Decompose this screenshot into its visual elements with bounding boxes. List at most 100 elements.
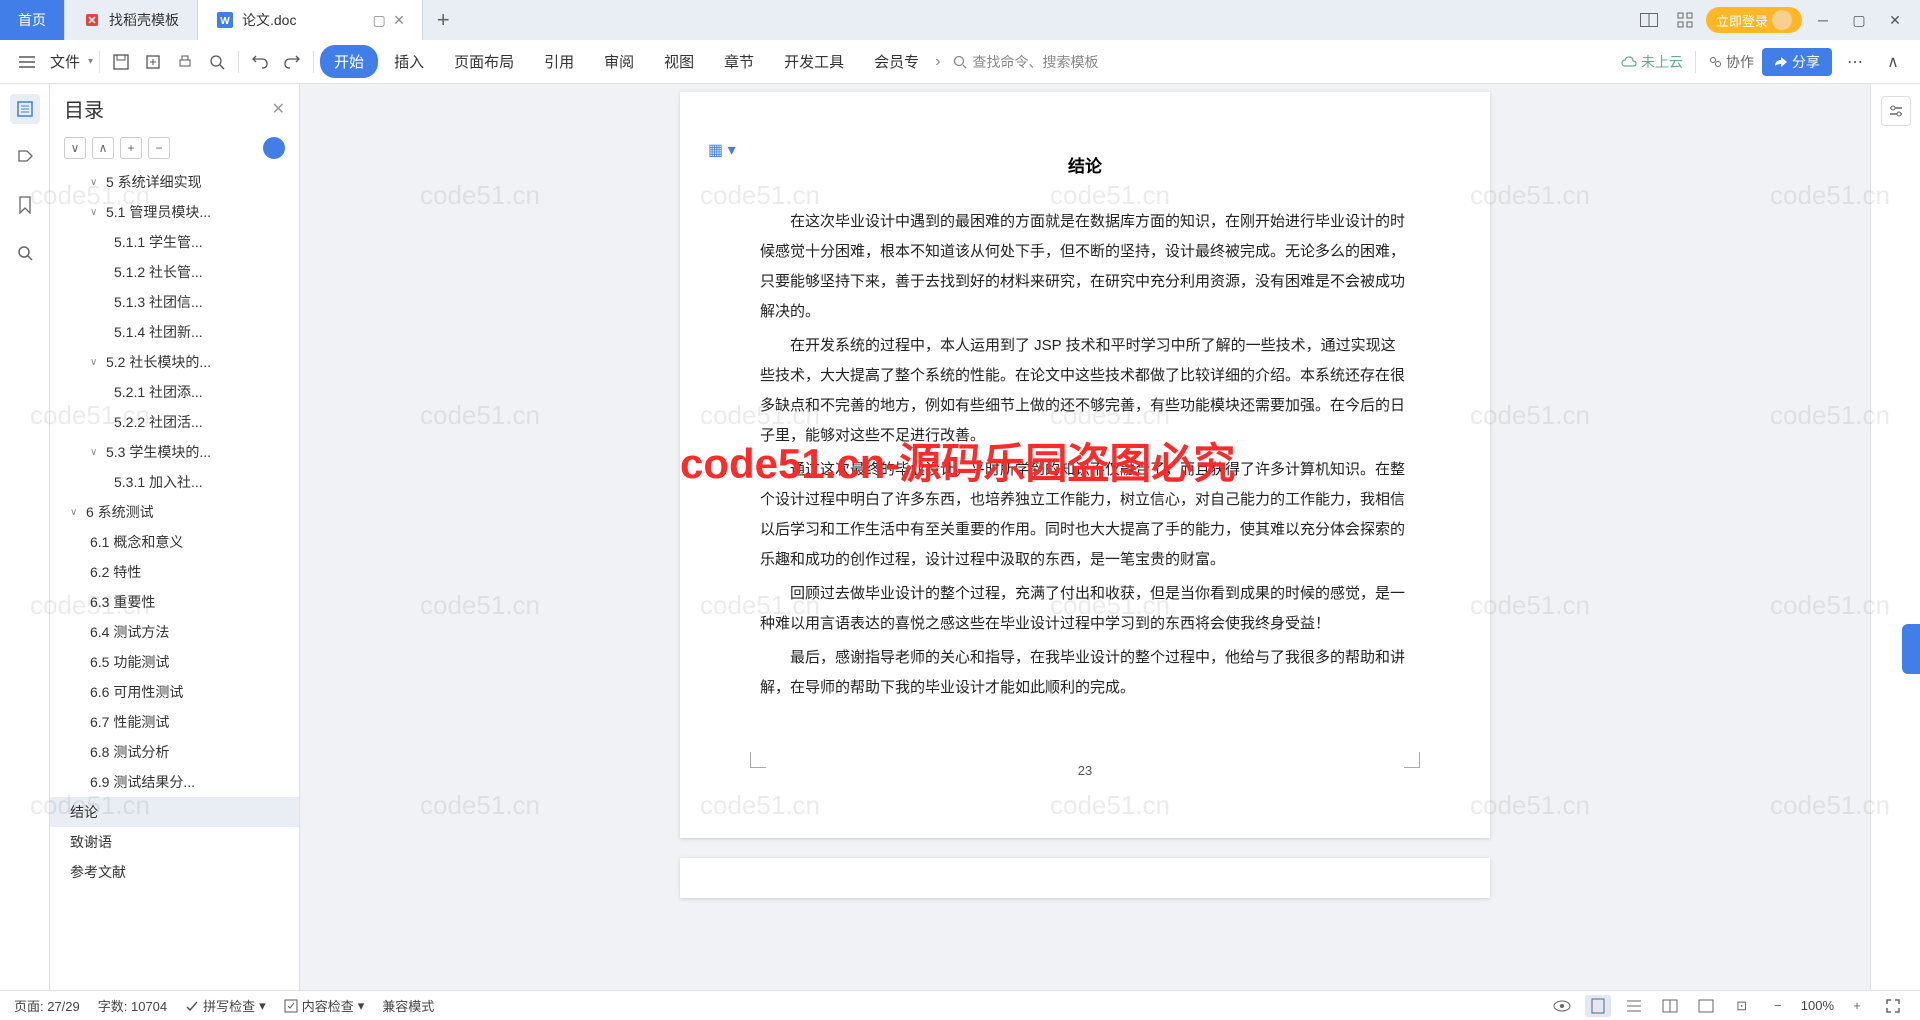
- outline-item[interactable]: ∨5 系统详细实现: [50, 167, 299, 197]
- tab-doc[interactable]: W 论文.doc ▢ ×: [198, 0, 423, 40]
- outline-item[interactable]: 致谢语: [50, 827, 299, 857]
- outline-item[interactable]: 参考文献: [50, 857, 299, 887]
- file-menu[interactable]: 文件: [44, 51, 86, 72]
- outline-item[interactable]: 5.1.2 社长管...: [50, 257, 299, 287]
- outline-item[interactable]: 6.6 可用性测试: [50, 677, 299, 707]
- preview-icon[interactable]: [202, 47, 232, 77]
- more-icon[interactable]: ⋯: [1840, 47, 1870, 77]
- collapse-all-icon[interactable]: ∨: [64, 137, 86, 159]
- outline-item[interactable]: 6.4 测试方法: [50, 617, 299, 647]
- zoom-in-button[interactable]: +: [1844, 995, 1870, 1017]
- page-number: 23: [760, 763, 1410, 778]
- outline-item[interactable]: 6.8 测试分析: [50, 737, 299, 767]
- outline-item[interactable]: ∨5.3 学生模块的...: [50, 437, 299, 467]
- window-controls: 立即登录 ─ ▢ ✕: [1634, 0, 1920, 40]
- word-count[interactable]: 字数: 10704: [98, 996, 167, 1015]
- cloud-status[interactable]: 未上云: [1621, 52, 1683, 72]
- menu-icon[interactable]: [12, 47, 42, 77]
- menu-reference[interactable]: 引用: [530, 45, 588, 78]
- view-outline-icon[interactable]: [1621, 995, 1647, 1017]
- collab-icon: [1708, 55, 1722, 69]
- share-icon: [1774, 56, 1788, 68]
- template-icon: [83, 11, 101, 29]
- content-check-toggle[interactable]: 内容检查 ▾: [284, 996, 365, 1015]
- page-indicator[interactable]: 页面: 27/29: [14, 996, 80, 1015]
- undo-icon[interactable]: [245, 47, 275, 77]
- ai-bubble-icon[interactable]: [263, 137, 285, 159]
- add-node-icon[interactable]: +: [120, 137, 142, 159]
- outline-item[interactable]: 5.1.3 社团信...: [50, 287, 299, 317]
- login-button[interactable]: 立即登录: [1706, 7, 1802, 33]
- outline-toolbar: ∨ ∧ + −: [50, 133, 299, 167]
- page-marker-icon[interactable]: ▦ ▾: [708, 140, 736, 160]
- outline-item[interactable]: ∨5.1 管理员模块...: [50, 197, 299, 227]
- search-panel-icon[interactable]: [10, 238, 40, 268]
- print-icon[interactable]: [170, 47, 200, 77]
- remove-node-icon[interactable]: −: [148, 137, 170, 159]
- zoom-out-button[interactable]: −: [1765, 995, 1791, 1017]
- tag-icon[interactable]: [10, 142, 40, 172]
- tab-template[interactable]: 找稻壳模板: [65, 0, 198, 40]
- maximize-button[interactable]: ▢: [1844, 5, 1874, 35]
- close-window-button[interactable]: ✕: [1880, 5, 1910, 35]
- search-icon: [953, 55, 967, 69]
- outline-item[interactable]: 结论: [50, 797, 299, 827]
- outline-item[interactable]: ∨5.2 社长模块的...: [50, 347, 299, 377]
- menu-insert[interactable]: 插入: [380, 45, 438, 78]
- paragraph: 最后，感谢指导老师的关心和指导，在我毕业设计的整个过程中，他给与了我很多的帮助和…: [760, 643, 1410, 703]
- outline-item[interactable]: 5.2.2 社团活...: [50, 407, 299, 437]
- outline-item[interactable]: 5.2.1 社团添...: [50, 377, 299, 407]
- view-page-icon[interactable]: [1585, 995, 1611, 1017]
- menu-member[interactable]: 会员专: [860, 45, 933, 78]
- spell-check-toggle[interactable]: 拼写检查 ▾: [185, 996, 266, 1015]
- window-mode-icon[interactable]: ▢: [372, 12, 385, 29]
- close-outline-icon[interactable]: ✕: [272, 99, 285, 119]
- spellcheck-icon: [185, 999, 199, 1013]
- redo-icon[interactable]: [277, 47, 307, 77]
- tab-template-label: 找稻壳模板: [109, 10, 179, 30]
- fullscreen-icon[interactable]: [1880, 995, 1906, 1017]
- export-icon[interactable]: [138, 47, 168, 77]
- bookmark-icon[interactable]: [10, 190, 40, 220]
- outline-item[interactable]: 6.7 性能测试: [50, 707, 299, 737]
- menu-layout[interactable]: 页面布局: [440, 45, 528, 78]
- settings-panel-icon[interactable]: [1881, 96, 1911, 126]
- outline-item[interactable]: 6.3 重要性: [50, 587, 299, 617]
- outline-item[interactable]: 6.9 测试结果分...: [50, 767, 299, 797]
- menu-devtools[interactable]: 开发工具: [770, 45, 858, 78]
- command-search[interactable]: 查找命令、搜索模板: [953, 52, 1099, 72]
- left-sidebar: [0, 84, 50, 990]
- outline-title: 目录: [64, 94, 272, 123]
- minimize-button[interactable]: ─: [1808, 5, 1838, 35]
- menu-start[interactable]: 开始: [320, 45, 378, 78]
- view-web-icon[interactable]: [1693, 995, 1719, 1017]
- tab-home[interactable]: 首页: [0, 0, 65, 40]
- apps-icon[interactable]: [1670, 5, 1700, 35]
- side-drawer-tab[interactable]: [1902, 624, 1920, 674]
- eye-icon[interactable]: [1549, 995, 1575, 1017]
- layout-icon[interactable]: [1634, 5, 1664, 35]
- outline-item[interactable]: 6.5 功能测试: [50, 647, 299, 677]
- outline-item[interactable]: 6.2 特性: [50, 557, 299, 587]
- outline-item[interactable]: 6.1 概念和意义: [50, 527, 299, 557]
- outline-item[interactable]: 5.1.1 学生管...: [50, 227, 299, 257]
- contentcheck-icon: [284, 999, 298, 1013]
- menu-review[interactable]: 审阅: [590, 45, 648, 78]
- outline-icon[interactable]: [10, 94, 40, 124]
- zoom-fit-icon[interactable]: ⊡: [1729, 995, 1755, 1017]
- new-tab-button[interactable]: +: [423, 0, 463, 40]
- menu-chapter[interactable]: 章节: [710, 45, 768, 78]
- document-area[interactable]: ▦ ▾ 结论 在这次毕业设计中遇到的最困难的方面就是在数据库方面的知识，在刚开始…: [300, 84, 1870, 990]
- view-read-icon[interactable]: [1657, 995, 1683, 1017]
- menu-view[interactable]: 视图: [650, 45, 708, 78]
- save-icon[interactable]: [106, 47, 136, 77]
- outline-item[interactable]: 5.3.1 加入社...: [50, 467, 299, 497]
- share-button[interactable]: 分享: [1762, 48, 1832, 76]
- outline-item[interactable]: 5.1.4 社团新...: [50, 317, 299, 347]
- compat-mode[interactable]: 兼容模式: [382, 996, 434, 1015]
- expand-all-icon[interactable]: ∧: [92, 137, 114, 159]
- outline-item[interactable]: ∨6 系统测试: [50, 497, 299, 527]
- close-icon[interactable]: ×: [394, 10, 405, 31]
- collapse-icon[interactable]: ∧: [1878, 47, 1908, 77]
- collab-button[interactable]: 协作: [1708, 52, 1754, 72]
